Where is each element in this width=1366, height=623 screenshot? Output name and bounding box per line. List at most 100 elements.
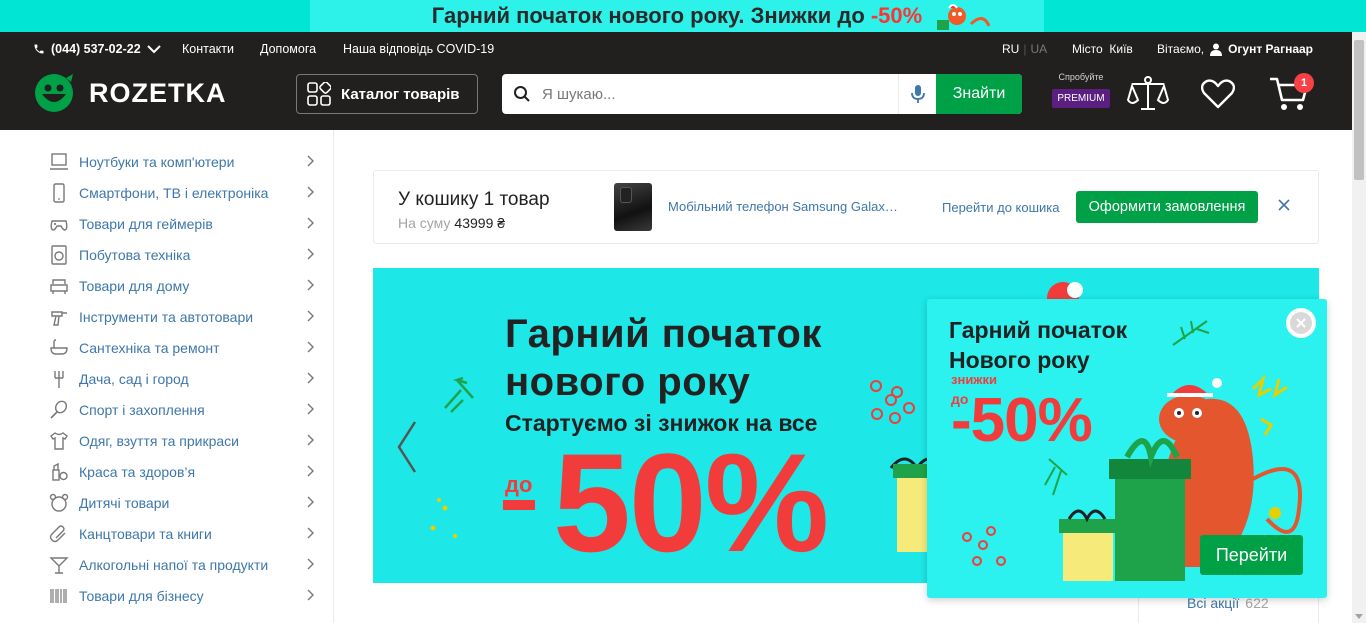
drill-icon xyxy=(48,306,70,328)
armchair-icon xyxy=(48,275,70,297)
close-icon[interactable] xyxy=(1276,197,1292,213)
category-list: Ноутбуки та комп'ютери Смартфони, ТВ і ел… xyxy=(0,130,333,611)
product-thumbnail[interactable] xyxy=(614,183,652,231)
chevron-right-icon xyxy=(307,465,314,477)
language-switch: RU | UA xyxy=(1002,42,1048,56)
popup-close-button[interactable] xyxy=(1286,308,1316,338)
wishlist-button[interactable] xyxy=(1196,74,1240,114)
cocktail-icon xyxy=(48,554,70,576)
lang-ru[interactable]: RU xyxy=(1002,42,1019,56)
category-item[interactable]: Одяг, взуття та прикраси xyxy=(0,425,333,456)
promo-strip-banner[interactable]: Гарний початок нового року. Знижки до -5… xyxy=(310,0,1044,32)
chevron-right-icon xyxy=(307,434,314,446)
category-item[interactable]: Товари для бізнесу xyxy=(0,580,333,611)
phone-number: (044) 537-02-22 xyxy=(51,42,141,56)
category-item[interactable]: Інструменти та автотовари xyxy=(0,301,333,332)
cart-product-link[interactable]: Мобільний телефон Samsung Galaxy S21 Ult… xyxy=(668,199,900,214)
barcode-icon xyxy=(48,585,70,607)
scrollbar-thumb[interactable] xyxy=(1354,40,1364,180)
site-header: (044) 537-02-22 Контакти Допомога Наша в… xyxy=(0,32,1352,130)
catalog-grid-icon xyxy=(307,82,331,106)
cart-button[interactable]: 1 xyxy=(1264,73,1314,114)
category-label: Одяг, взуття та прикраси xyxy=(79,432,239,449)
banner-discount: 50% xyxy=(553,424,829,581)
category-label: Дитячі товари xyxy=(79,494,170,511)
bull-mascot-icon xyxy=(937,4,991,30)
promo-popup: Гарний початок Нового року знижки до -50… xyxy=(927,299,1327,598)
garden-fork-icon xyxy=(48,368,70,390)
category-item[interactable]: Спорт і захоплення xyxy=(0,394,333,425)
cosmetics-icon xyxy=(48,461,70,483)
premium-promo[interactable]: Спробуйте PREMIUM xyxy=(1050,72,1112,108)
user-icon xyxy=(1210,43,1223,56)
category-item[interactable]: Дитячі товари xyxy=(0,487,333,518)
category-label: Побутова техніка xyxy=(79,246,191,263)
heart-icon xyxy=(1201,79,1235,109)
category-label: Дача, сад і город xyxy=(79,370,189,387)
contacts-link[interactable]: Контакти xyxy=(182,42,234,56)
compare-button[interactable] xyxy=(1126,74,1170,114)
chevron-right-icon xyxy=(307,589,314,601)
category-item[interactable]: Побутова техніка xyxy=(0,239,333,270)
popup-go-button[interactable]: Перейти xyxy=(1200,535,1303,575)
promo-strip[interactable]: Гарний початок нового року. Знижки до -5… xyxy=(0,0,1366,32)
category-item[interactable]: Канцтовари та книги xyxy=(0,518,333,549)
scales-compare-icon xyxy=(1127,76,1169,110)
greeting-text: Вітаємо, xyxy=(1157,42,1205,56)
washing-machine-icon xyxy=(48,244,70,266)
chevron-right-icon xyxy=(307,186,314,198)
page-scrollbar[interactable] xyxy=(1352,32,1366,623)
catalog-button[interactable]: Каталог товарів xyxy=(296,74,478,114)
search-bar: Знайти xyxy=(502,74,1022,114)
racket-icon xyxy=(48,399,70,421)
covid-link[interactable]: Наша відповідь COVID-19 xyxy=(343,42,494,56)
banner-prev-arrow-icon[interactable] xyxy=(395,420,419,474)
search-icon xyxy=(502,74,542,114)
scroll-down-arrow-icon[interactable] xyxy=(1355,614,1363,619)
paperclip-icon xyxy=(48,523,70,545)
cart-notification: У кошику 1 товар На суму 43999 ₴ Мобільни… xyxy=(373,170,1319,244)
category-item[interactable]: Сантехніка та ремонт xyxy=(0,332,333,363)
help-link[interactable]: Допомога xyxy=(260,42,316,56)
page: Гарний початок нового року. Знижки до -5… xyxy=(0,0,1366,623)
category-label: Ноутбуки та комп'ютери xyxy=(79,153,235,170)
logo-text: ROZETKA xyxy=(89,77,227,108)
logo[interactable]: ROZETKA xyxy=(33,72,227,114)
category-item[interactable]: Смартфони, ТВ і електроніка xyxy=(0,177,333,208)
premium-try-text: Спробуйте xyxy=(1058,72,1104,82)
search-button[interactable]: Знайти xyxy=(936,74,1022,114)
popup-title-line2: Нового року xyxy=(949,347,1090,373)
smartphone-icon xyxy=(48,182,70,204)
category-item[interactable]: Ноутбуки та комп'ютери xyxy=(0,146,333,177)
banner-do: до xyxy=(505,472,533,497)
microphone-icon[interactable] xyxy=(898,74,936,114)
chevron-right-icon xyxy=(307,372,314,384)
category-item[interactable]: Дача, сад і город xyxy=(0,363,333,394)
category-item[interactable]: Алкогольні напої та продукти xyxy=(0,549,333,580)
lang-ua[interactable]: UA xyxy=(1030,42,1047,56)
category-item[interactable]: Краса та здоров’я xyxy=(0,456,333,487)
rozetka-smile-logo-icon xyxy=(35,74,73,112)
category-label: Сантехніка та ремонт xyxy=(79,339,220,356)
header-mainline: ROZETKA Каталог товарів З xyxy=(0,66,1352,130)
city-selector[interactable]: Місто Київ xyxy=(1072,42,1133,56)
search-input[interactable] xyxy=(542,74,898,114)
category-label: Товари для геймерів xyxy=(79,215,213,232)
category-item[interactable]: Товари для геймерів xyxy=(0,208,333,239)
category-sidebar: Ноутбуки та комп'ютери Смартфони, ТВ і ел… xyxy=(0,130,334,623)
promo-strip-discount: -50% xyxy=(870,3,923,28)
user-greeting[interactable]: Вітаємо, Огунт Рагнаар xyxy=(1157,42,1313,56)
chevron-down-icon xyxy=(146,45,161,54)
cart-notice-sum: На суму 43999 ₴ xyxy=(398,215,505,231)
checkout-button[interactable]: Оформити замовлення xyxy=(1076,191,1258,223)
popup-discount: -50% xyxy=(951,386,1093,455)
category-item[interactable]: Товари для дому xyxy=(0,270,333,301)
chevron-right-icon xyxy=(307,558,314,570)
go-to-cart-link[interactable]: Перейти до кошика xyxy=(942,200,1060,215)
phone-dropdown[interactable]: (044) 537-02-22 xyxy=(33,42,161,56)
chevron-right-icon xyxy=(307,496,314,508)
bathtub-icon xyxy=(48,337,70,359)
catalog-label: Каталог товарів xyxy=(341,85,460,103)
close-icon xyxy=(1290,312,1312,334)
banner-title-line2: нового року xyxy=(505,360,751,404)
